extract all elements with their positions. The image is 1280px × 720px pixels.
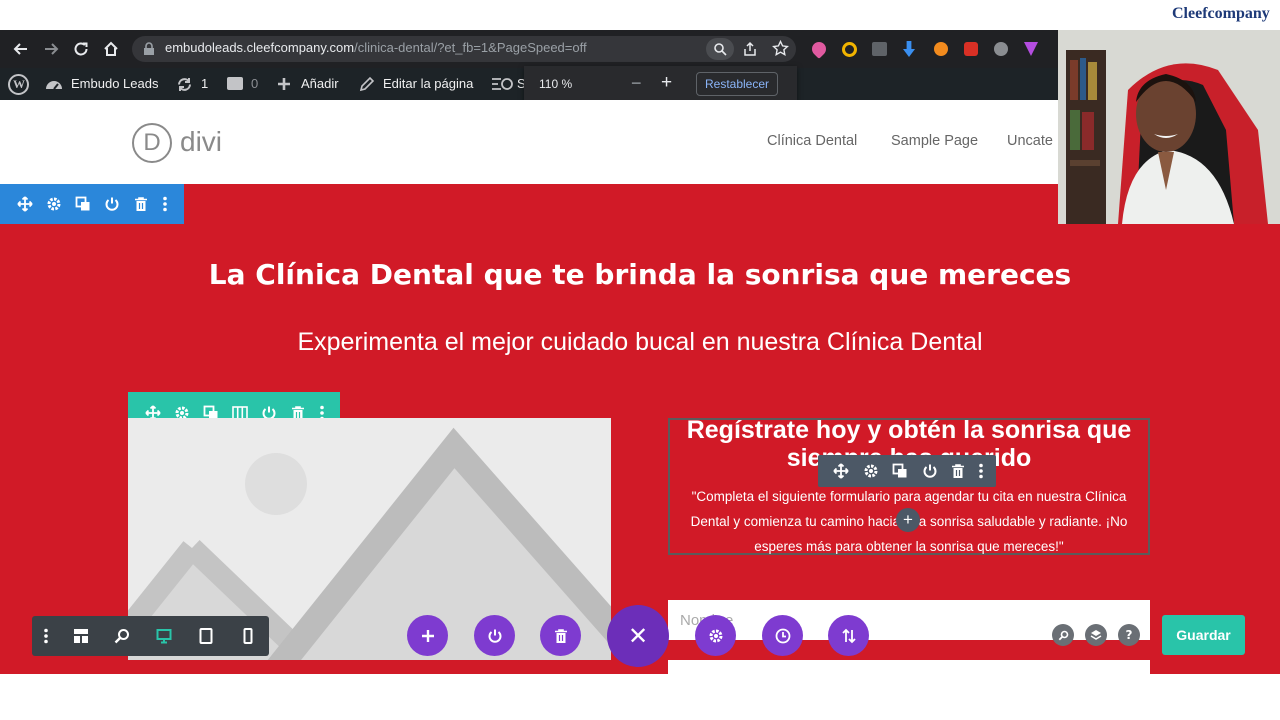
module-duplicate-icon[interactable] [888,459,912,483]
forward-icon[interactable] [42,40,60,58]
back-icon[interactable] [12,40,30,58]
help-icon[interactable]: ? [1118,624,1140,646]
module-gear-icon[interactable] [859,459,883,483]
webcam-video [1058,30,1280,224]
hero-title[interactable]: La Clínica Dental que te brinda la sonri… [0,258,1280,291]
edit-pencil-icon[interactable] [359,76,375,92]
divi-logo-text[interactable]: divi [180,126,222,158]
url-text[interactable]: embudoleads.cleefcompany.com/clinica-den… [165,40,587,55]
zoom-reset-button[interactable]: Restablecer [696,72,778,96]
module-move-icon[interactable] [829,459,853,483]
zoom-icon[interactable] [706,38,734,60]
search-icon[interactable] [1052,624,1074,646]
comments-icon[interactable] [227,77,243,90]
module-trash-icon[interactable] [946,459,970,483]
extension-gray-icon[interactable] [994,42,1008,56]
share-icon[interactable] [742,41,758,57]
add-module-button[interactable]: + [896,508,920,532]
phone-view-icon[interactable] [236,624,260,648]
builder-more-vertical-icon[interactable] [34,624,58,648]
section-trash-icon[interactable] [129,192,153,216]
nav-item-uncategorized[interactable]: Uncate [1007,133,1058,149]
wordpress-logo-icon[interactable]: W [8,74,29,95]
edit-page-link[interactable]: Editar la página [383,76,473,91]
builder-trash-icon[interactable] [540,615,581,656]
zoom-out-button[interactable]: − [631,73,642,94]
tablet-view-icon[interactable] [194,624,218,648]
page-settings-gear-icon[interactable] [695,615,736,656]
save-button[interactable]: Guardar [1162,615,1245,655]
extension-circle-icon[interactable] [842,42,857,57]
section-power-icon[interactable] [100,192,124,216]
zoom-in-button[interactable]: + [661,72,672,94]
name-input[interactable] [668,600,1150,640]
history-icon[interactable] [762,615,803,656]
layers-icon[interactable] [1085,624,1107,646]
dashboard-icon[interactable] [45,76,63,92]
extension-red-icon[interactable] [964,42,978,56]
add-new-link[interactable]: Añadir [301,76,339,91]
lock-icon[interactable] [143,42,155,56]
desktop-view-icon[interactable] [152,624,176,648]
second-input[interactable] [668,660,1150,674]
section-duplicate-icon[interactable] [71,192,95,216]
site-name-link[interactable]: Embudo Leads [71,76,158,91]
wireframe-view-icon[interactable] [69,624,93,648]
zoom-view-icon[interactable] [110,624,134,648]
updates-icon[interactable] [176,76,193,93]
extension-code-icon[interactable] [872,42,887,56]
section-more-vertical-icon[interactable] [153,192,177,216]
portability-icon[interactable] [828,615,869,656]
section-move-icon[interactable] [13,192,37,216]
add-new-icon[interactable] [277,77,291,91]
comments-count: 0 [251,76,259,91]
presenter-image [1058,30,1280,224]
builder-list-icon[interactable] [492,77,514,91]
home-icon[interactable] [102,40,120,58]
brand-logo: Cleefcompany [1172,5,1270,22]
module-more-vertical-icon[interactable] [969,459,993,483]
reload-icon[interactable] [72,40,90,58]
star-icon[interactable] [772,40,789,57]
section-gear-icon[interactable] [42,192,66,216]
add-section-button[interactable] [407,615,448,656]
builder-power-icon[interactable] [474,615,515,656]
divi-logo-icon[interactable]: D [132,123,172,163]
updates-count: 1 [201,76,209,91]
extension-orange-icon[interactable] [934,42,948,56]
nav-item-clinica-dental[interactable]: Clínica Dental [767,133,857,149]
hero-subtitle[interactable]: Experimenta el mejor cuidado bucal en nu… [0,328,1280,357]
nav-item-sample-page[interactable]: Sample Page [891,133,978,149]
zoom-level: 110 % [539,77,573,91]
close-builder-button[interactable]: ✕ [607,605,669,667]
module-power-icon[interactable] [918,459,942,483]
builder-view-toolbar [32,616,269,656]
